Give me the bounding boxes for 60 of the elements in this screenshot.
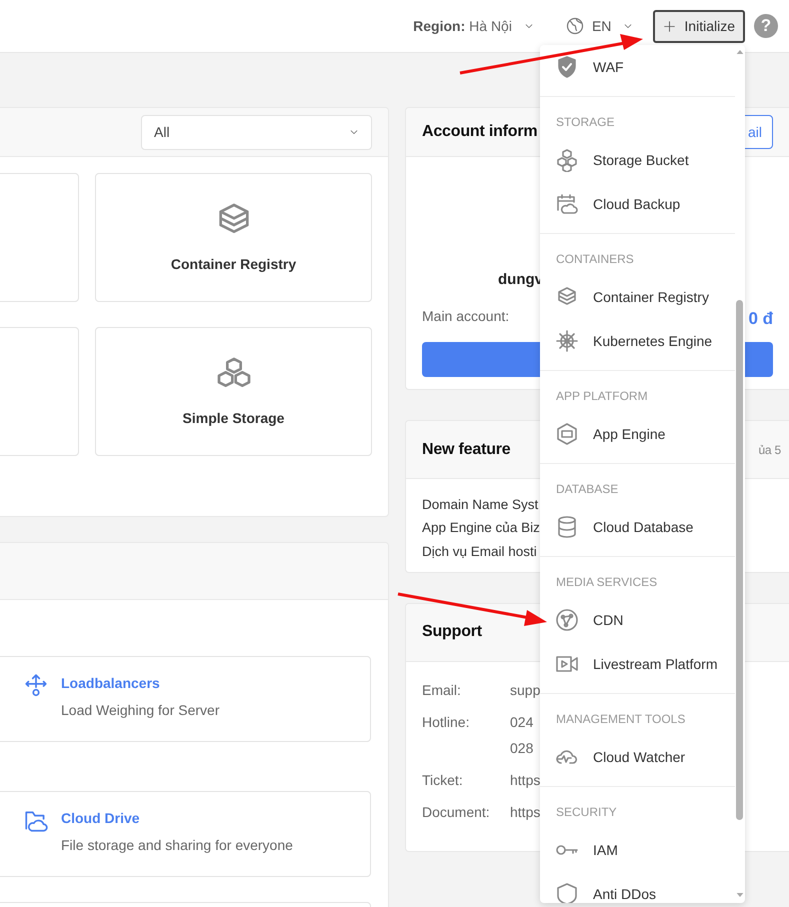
section-heading: MEDIA SERVICES	[555, 574, 658, 591]
region-selector[interactable]: Region: Hà Nội	[413, 16, 512, 36]
contact-label: Ticket:	[422, 770, 464, 790]
feature-description: Load Weighing for Server	[61, 701, 220, 720]
feature-description: File storage and sharing for everyone	[61, 836, 293, 855]
shield-icon	[555, 882, 579, 903]
shield-icon	[555, 55, 579, 79]
feature-card[interactable]: Cloud Drive File storage and sharing for everyone	[0, 791, 371, 877]
menu-item[interactable]: Storage Bucket	[540, 138, 735, 182]
contact-link[interactable]: 028	[510, 738, 534, 759]
plus-icon	[663, 20, 676, 32]
scrollbar-thumb[interactable]	[736, 300, 743, 820]
section-heading: STORAGE	[555, 114, 616, 131]
hexagon-icon	[555, 422, 579, 446]
contact-label: Hotline:	[422, 712, 470, 732]
card-title: New feature	[422, 440, 510, 460]
service-card[interactable]: Container Registry	[95, 173, 372, 302]
menu-item[interactable]: Cloud Backup	[540, 182, 735, 226]
section-heading: SECURITY	[555, 804, 618, 821]
menu-item[interactable]: Kubernetes Engine	[540, 319, 735, 363]
section-heading: DATABASE	[555, 481, 620, 498]
cubes-icon	[555, 148, 579, 172]
menu-item[interactable]: Container Registry	[540, 275, 735, 319]
initialize-button[interactable]: Initialize	[653, 10, 745, 42]
card-title: Account inform	[422, 122, 538, 142]
contact-label: Document:	[422, 802, 491, 822]
menu-item[interactable]: Cloud Watcher	[540, 735, 735, 779]
account-label: Main account:	[422, 306, 510, 326]
contact-link[interactable]: https	[510, 802, 540, 823]
section-heading: CONTAINERS	[555, 251, 635, 268]
helm-wheel-icon	[555, 329, 579, 353]
menu-item[interactable]: WAF	[540, 45, 735, 89]
arrows-split-icon	[23, 673, 49, 699]
globe-icon	[566, 17, 584, 35]
menu-item[interactable]: Livestream Platform	[540, 642, 735, 686]
scroll-down-icon	[736, 891, 744, 899]
menu-item[interactable]: IAM	[540, 828, 735, 872]
header-note: ủa 5	[758, 442, 781, 458]
service-card[interactable]: Simple Storage	[95, 327, 372, 456]
database-icon	[555, 515, 579, 539]
menu-item[interactable]: App Engine	[540, 412, 735, 456]
account-balance: 0 đ	[748, 308, 773, 330]
feature-card[interactable]: Loadbalancers Load Weighing for Server	[0, 656, 371, 742]
feature-title: Cloud Drive	[61, 809, 141, 828]
menu-item[interactable]: CDN	[540, 598, 735, 642]
language-selector[interactable]: EN	[592, 16, 612, 36]
menu-item[interactable]: Anti DDos	[540, 872, 735, 903]
contact-link[interactable]: 024	[510, 712, 534, 733]
feature-title: Loadbalancers	[61, 674, 161, 693]
scroll-up-icon	[736, 48, 744, 56]
filter-select[interactable]: All	[141, 114, 372, 150]
section-heading: APP PLATFORM	[555, 388, 649, 405]
contact-link[interactable]: supp	[510, 680, 540, 701]
contact-link[interactable]: https	[510, 770, 540, 791]
contact-label: Email:	[422, 680, 462, 700]
calendar-cloud-icon	[555, 192, 579, 216]
section-heading: MANAGEMENT TOOLS	[555, 711, 686, 728]
card-title: Support	[422, 622, 482, 642]
menu-item[interactable]: Cloud Database	[540, 505, 735, 549]
network-globe-icon	[555, 608, 579, 632]
